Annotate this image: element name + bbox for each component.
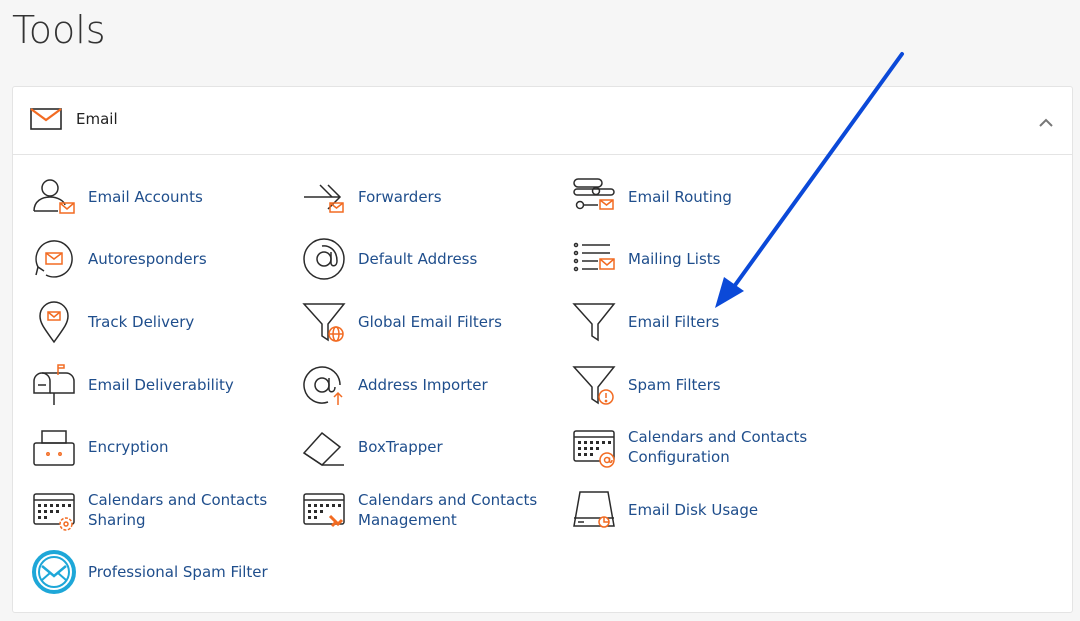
tool-label: Global Email Filters: [358, 313, 502, 331]
email-section-panel: Email Email Accounts Forwarders Email Ro…: [12, 86, 1073, 613]
routing-icon: [570, 173, 618, 221]
at-sign-icon: [300, 235, 348, 283]
tool-label: Email Routing: [628, 188, 732, 206]
chevron-up-icon[interactable]: [1038, 113, 1054, 132]
tool-label: Default Address: [358, 250, 478, 268]
tool-label: Forwarders: [358, 188, 442, 206]
tool-label: Professional Spam Filter: [88, 563, 268, 581]
spam-shield-icon: [30, 548, 78, 596]
tool-label: BoxTrapper: [358, 438, 443, 456]
tool-track-delivery[interactable]: Track Delivery: [30, 296, 194, 348]
tool-label: Encryption: [88, 438, 169, 456]
calendar-pen-icon: [300, 486, 348, 534]
tool-spam-filters[interactable]: Spam Filters: [570, 359, 721, 411]
tool-autoresponders[interactable]: Autoresponders: [30, 233, 207, 285]
box-trap-icon: [300, 423, 348, 471]
disk-usage-icon: [570, 486, 618, 534]
calendar-gear-icon: [30, 486, 78, 534]
tool-email-deliverability[interactable]: Email Deliverability: [30, 359, 234, 411]
tool-address-importer[interactable]: Address Importer: [300, 359, 488, 411]
section-title: Email: [76, 110, 118, 128]
envelope-icon: [30, 108, 62, 134]
tool-boxtrapper[interactable]: BoxTrapper: [300, 421, 443, 473]
funnel-globe-icon: [300, 298, 348, 346]
tool-label: Track Delivery: [88, 313, 195, 331]
tool-email-routing[interactable]: Email Routing: [570, 171, 732, 223]
funnel-warning-icon: [570, 361, 618, 409]
tool-label: Email Filters: [628, 313, 720, 331]
tool-forwarders[interactable]: Forwarders: [300, 171, 442, 223]
tool-email-disk-usage[interactable]: Email Disk Usage: [570, 484, 758, 536]
tool-calendars-contacts-sharing[interactable]: Calendars and Contacts Sharing: [30, 484, 303, 536]
tool-label: Calendars and Contacts Management: [358, 491, 538, 529]
calendar-at-icon: [570, 423, 618, 471]
tool-calendars-contacts-configuration[interactable]: Calendars and Contacts Configuration: [570, 421, 843, 473]
page-title: Tools: [12, 8, 106, 52]
forward-arrow-icon: [300, 173, 348, 221]
tool-calendars-contacts-management[interactable]: Calendars and Contacts Management: [300, 484, 573, 536]
tool-encryption[interactable]: Encryption: [30, 421, 169, 473]
autoresponder-icon: [30, 235, 78, 283]
lock-box-icon: [30, 423, 78, 471]
at-import-icon: [300, 361, 348, 409]
location-pin-icon: [30, 298, 78, 346]
tool-label: Email Accounts: [88, 188, 203, 206]
tool-global-email-filters[interactable]: Global Email Filters: [300, 296, 502, 348]
tool-label: Calendars and Contacts Configuration: [628, 428, 808, 466]
tool-label: Email Deliverability: [88, 376, 234, 394]
user-mail-icon: [30, 173, 78, 221]
tool-mailing-lists[interactable]: Mailing Lists: [570, 233, 720, 285]
tool-label: Mailing Lists: [628, 250, 721, 268]
tool-label: Calendars and Contacts Sharing: [88, 491, 268, 529]
tool-default-address[interactable]: Default Address: [300, 233, 477, 285]
list-mail-icon: [570, 235, 618, 283]
mailbox-icon: [30, 361, 78, 409]
tool-professional-spam-filter[interactable]: Professional Spam Filter: [30, 546, 268, 598]
tool-label: Spam Filters: [628, 376, 721, 394]
tool-label: Email Disk Usage: [628, 501, 759, 519]
funnel-icon: [570, 298, 618, 346]
email-section-header[interactable]: Email: [13, 87, 1072, 155]
tool-email-accounts[interactable]: Email Accounts: [30, 171, 203, 223]
tool-label: Address Importer: [358, 376, 488, 394]
tool-email-filters[interactable]: Email Filters: [570, 296, 719, 348]
tool-label: Autoresponders: [88, 250, 207, 268]
